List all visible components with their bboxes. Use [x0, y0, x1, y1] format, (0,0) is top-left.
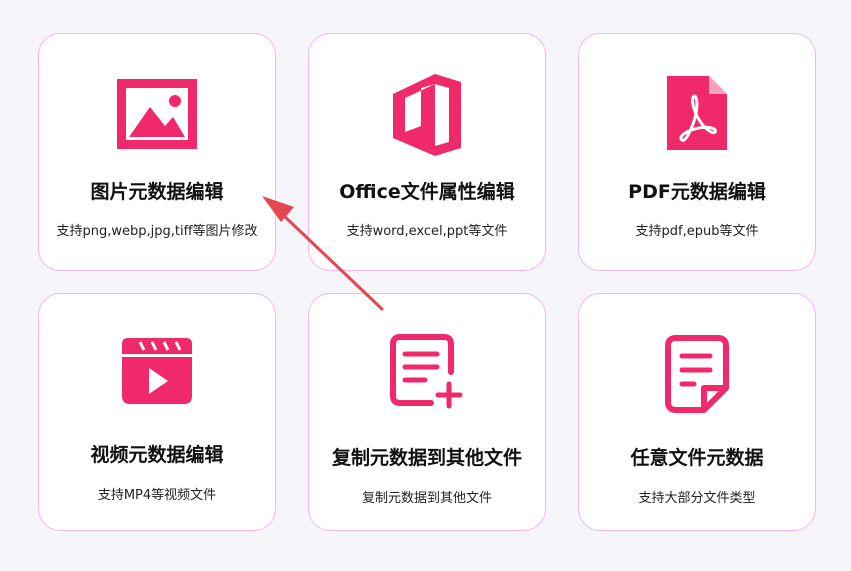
pdf-icon — [667, 76, 727, 150]
card-copy-metadata[interactable]: 复制元数据到其他文件 复制元数据到其他文件 — [308, 293, 546, 531]
card-title: Office文件属性编辑 — [339, 181, 515, 203]
image-icon — [117, 79, 197, 149]
card-description: 支持pdf,epub等文件 — [635, 224, 759, 239]
card-title: 任意文件元数据 — [630, 447, 764, 469]
card-description: 复制元数据到其他文件 — [361, 491, 492, 506]
card-description: 支持png,webp,jpg,tiff等图片修改 — [56, 224, 258, 239]
card-title: 复制元数据到其他文件 — [331, 447, 522, 469]
card-description: 支持大部分文件类型 — [638, 491, 756, 506]
copy-document-icon — [390, 334, 463, 409]
card-title: 视频元数据编辑 — [90, 444, 224, 466]
card-office-metadata[interactable]: Office文件属性编辑 支持word,excel,ppt等文件 — [308, 33, 546, 271]
card-description: 支持MP4等视频文件 — [97, 488, 217, 503]
office-icon — [393, 74, 461, 156]
card-title: PDF元数据编辑 — [628, 181, 766, 203]
card-image-metadata[interactable]: 图片元数据编辑 支持png,webp,jpg,tiff等图片修改 — [38, 33, 276, 271]
video-icon — [122, 338, 192, 404]
card-pdf-metadata[interactable]: PDF元数据编辑 支持pdf,epub等文件 — [578, 33, 816, 271]
card-description: 支持word,excel,ppt等文件 — [346, 224, 508, 239]
card-video-metadata[interactable]: 视频元数据编辑 支持MP4等视频文件 — [38, 293, 276, 531]
card-any-file-metadata[interactable]: 任意文件元数据 支持大部分文件类型 — [578, 293, 816, 531]
card-title: 图片元数据编辑 — [90, 181, 224, 203]
file-icon — [665, 335, 729, 413]
